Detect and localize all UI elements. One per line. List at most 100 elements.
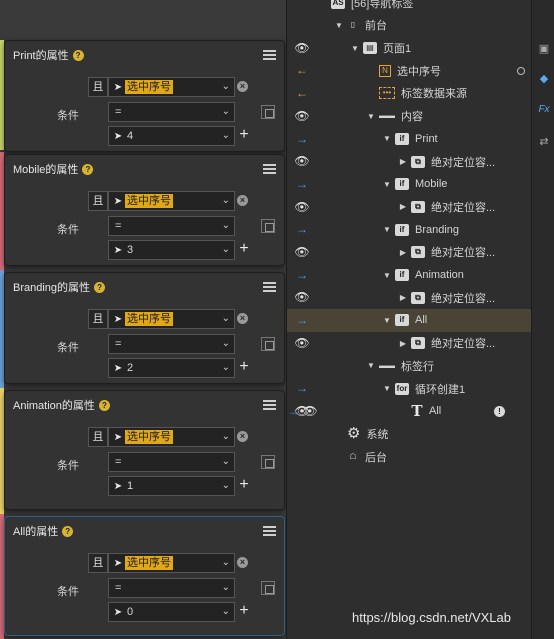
copy-icon[interactable] [261, 337, 275, 351]
expand-toggle-icon[interactable]: ▶ [397, 339, 409, 348]
menu-icon[interactable] [263, 164, 276, 174]
expand-toggle-icon[interactable]: ▼ [381, 316, 393, 325]
tree-row[interactable]: → ▼ if Branding [287, 218, 531, 241]
tree-row[interactable]: ⚙ 系统 [287, 423, 531, 446]
operator-select[interactable]: = ⌄ [108, 334, 235, 354]
expand-toggle-icon[interactable]: ▼ [365, 112, 377, 121]
tree-row[interactable]: → ▼ if Mobile [287, 173, 531, 196]
phone-icon: ▯ [350, 20, 356, 30]
expand-toggle-icon[interactable]: ▼ [349, 44, 361, 53]
clear-icon[interactable]: × [237, 431, 248, 442]
clear-icon[interactable]: × [237, 195, 248, 206]
tree-row[interactable]: → ▼ if Animation [287, 264, 531, 287]
operator-select[interactable]: = ⌄ [108, 452, 235, 472]
and-button[interactable]: 且 [88, 427, 108, 447]
tree-row[interactable]: 👁 ▶ ⧉ 绝对定位容... [287, 241, 531, 264]
tree-row[interactable]: ← N 选中序号 [287, 59, 531, 82]
tree-row[interactable]: 👁 ▶ ⧉ 绝对定位容... [287, 196, 531, 219]
operator-select[interactable]: = ⌄ [108, 102, 235, 122]
menu-icon[interactable] [263, 282, 276, 292]
menu-icon[interactable] [263, 50, 276, 60]
tree-row-label: 绝对定位容... [431, 292, 496, 305]
add-condition-button[interactable]: + [236, 240, 252, 258]
visibility-icon[interactable]: 👁 [293, 109, 311, 123]
field-select[interactable]: ➤ 选中序号 ⌄ [108, 553, 235, 573]
visibility-icon[interactable]: 👁 [293, 41, 311, 55]
and-button[interactable]: 且 [88, 553, 108, 573]
image-icon[interactable]: ▣ [537, 42, 551, 56]
expand-toggle-icon[interactable]: ▼ [365, 361, 377, 370]
expand-toggle-icon[interactable]: ▼ [381, 134, 393, 143]
tree-row[interactable]: → ▼ if Print [287, 128, 531, 151]
field-select-value: 选中序号 [125, 194, 173, 208]
operator-select[interactable]: = ⌄ [108, 578, 235, 598]
value-select[interactable]: ➤ 4 ⌄ [108, 126, 235, 146]
visibility-icon[interactable]: 👁 [293, 245, 311, 259]
visibility-icon[interactable]: 👁 [293, 154, 311, 168]
help-icon[interactable]: ? [98, 399, 110, 411]
expand-toggle-icon[interactable]: ▼ [381, 271, 393, 280]
info-icon[interactable]: ! [494, 405, 505, 417]
visibility-icon[interactable]: 👁 [293, 200, 311, 214]
tree-row[interactable]: ☖ 后台 [287, 445, 531, 468]
tree-row[interactable]: 👁 ▼ ▤ 页面1 [287, 37, 531, 60]
clear-icon[interactable]: × [237, 557, 248, 568]
tree-row[interactable]: 👁 ▶ ⧉ 绝对定位容... [287, 150, 531, 173]
visibility-icon[interactable]: 👁 [293, 290, 311, 304]
field-select[interactable]: ➤ 选中序号 ⌄ [108, 191, 235, 211]
tree-row[interactable]: → ▼ if All [287, 309, 531, 332]
help-icon[interactable]: ? [94, 281, 106, 293]
value-select[interactable]: ➤ 3 ⌄ [108, 240, 235, 260]
add-condition-button[interactable]: + [236, 602, 252, 620]
expand-toggle-icon[interactable]: ▶ [397, 202, 409, 211]
value-select[interactable]: ➤ 2 ⌄ [108, 358, 235, 378]
menu-icon[interactable] [263, 526, 276, 536]
and-button[interactable]: 且 [88, 309, 108, 329]
value-select[interactable]: ➤ 0 ⌄ [108, 602, 235, 622]
copy-icon[interactable] [261, 219, 275, 233]
help-icon[interactable]: ? [72, 49, 84, 61]
tree-row-nav-tag[interactable]: AS [56]导航标签 [287, 0, 531, 15]
tree-row[interactable]: ▼ ▯ 前台 [287, 14, 531, 37]
expand-toggle-icon[interactable]: ▼ [381, 180, 393, 189]
operator-select[interactable]: = ⌄ [108, 216, 235, 236]
events-icon[interactable]: ◆ [537, 72, 551, 86]
visibility-icon[interactable]: 👁 [293, 336, 311, 350]
expand-toggle-icon[interactable]: ▼ [333, 21, 345, 30]
add-condition-button[interactable]: + [236, 126, 252, 144]
tree-row[interactable]: 👁 → 👁 T All ! [287, 400, 531, 423]
tree-row[interactable]: → ▼ for 循环创建1 [287, 377, 531, 400]
help-icon[interactable]: ? [82, 163, 94, 175]
field-select[interactable]: ➤ 选中序号 ⌄ [108, 427, 235, 447]
clear-icon[interactable]: × [237, 81, 248, 92]
watermark: https://blog.csdn.net/VXLab [352, 610, 511, 625]
copy-icon[interactable] [261, 581, 275, 595]
expand-toggle-icon[interactable]: ▶ [397, 157, 409, 166]
tree-row[interactable]: 👁 ▶ ⧉ 绝对定位容... [287, 286, 531, 309]
expand-toggle-icon[interactable]: ▶ [397, 293, 409, 302]
value-select[interactable]: ➤ 1 ⌄ [108, 476, 235, 496]
expand-toggle-icon[interactable]: ▼ [381, 225, 393, 234]
field-select[interactable]: ➤ 选中序号 ⌄ [108, 309, 235, 329]
and-button[interactable]: 且 [88, 191, 108, 211]
function-icon[interactable]: Fx [537, 103, 551, 117]
expand-toggle-icon[interactable]: ▼ [381, 384, 393, 393]
visibility-icon[interactable]: 👁 [301, 404, 319, 418]
chevron-down-icon: ⌄ [221, 582, 230, 593]
expand-toggle-icon[interactable]: ▶ [397, 248, 409, 257]
tree-row[interactable]: 👁 ▶ ⧉ 绝对定位容... [287, 332, 531, 355]
arrow-right-icon: → [296, 381, 308, 396]
help-icon[interactable]: ? [62, 525, 74, 537]
and-button[interactable]: 且 [88, 77, 108, 97]
field-select[interactable]: ➤ 选中序号 ⌄ [108, 77, 235, 97]
add-condition-button[interactable]: + [236, 358, 252, 376]
copy-icon[interactable] [261, 105, 275, 119]
add-condition-button[interactable]: + [236, 476, 252, 494]
tree-row[interactable]: ← ••• 标签数据来源 [287, 82, 531, 105]
clear-icon[interactable]: × [237, 313, 248, 324]
copy-icon[interactable] [261, 455, 275, 469]
menu-icon[interactable] [263, 400, 276, 410]
tree-row[interactable]: 👁 ▼ ▬▬ 内容 [287, 105, 531, 128]
tree-row[interactable]: ▼ ▬▬ 标签行 [287, 355, 531, 378]
swap-icon[interactable]: ⇄ [537, 135, 551, 149]
